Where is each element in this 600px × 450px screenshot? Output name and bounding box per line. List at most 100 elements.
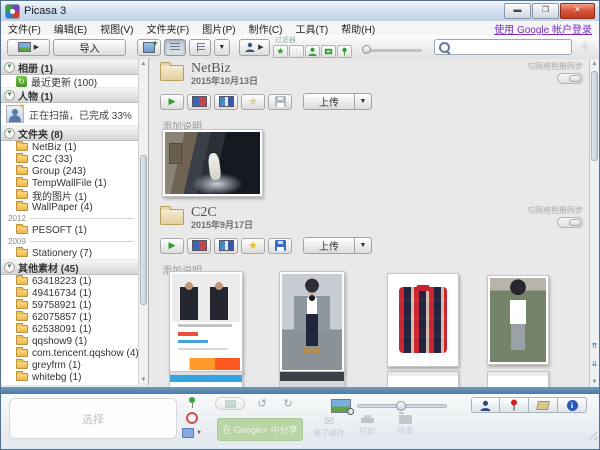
filter-geotagged-button[interactable] bbox=[336, 44, 352, 58]
thumbnail-boy-couch[interactable] bbox=[487, 275, 549, 365]
menu-edit[interactable]: 编辑(E) bbox=[54, 21, 87, 36]
scroll-down-icon[interactable]: ▼ bbox=[139, 375, 148, 385]
sidebar-folder-netbiz[interactable]: NetBiz (1) bbox=[1, 141, 138, 153]
album-title[interactable]: C2C bbox=[191, 205, 253, 220]
people-scan-row[interactable]: ★ 正在扫描，已完成 33% bbox=[1, 103, 138, 125]
sidebar-folder-59758921[interactable]: 59758921 (1) bbox=[1, 299, 138, 311]
title-bar[interactable]: Picasa 3 ▬ ❐ ✕ bbox=[1, 1, 599, 22]
search-input[interactable] bbox=[454, 41, 568, 53]
upload-dropdown[interactable]: ▼ bbox=[355, 93, 372, 110]
properties-panel-button[interactable]: i bbox=[558, 397, 587, 413]
slider-knob[interactable] bbox=[361, 44, 371, 54]
maximize-button[interactable]: ❐ bbox=[532, 3, 559, 19]
google-share-button[interactable]: 在 Google+ 中分享 bbox=[217, 418, 303, 441]
sidebar-header-people[interactable]: ▼ 人物 (1) bbox=[1, 87, 138, 103]
library-view-button[interactable]: ▶ bbox=[7, 38, 50, 56]
scroll-up-icon[interactable]: ▲ bbox=[590, 59, 599, 69]
filter-starred-button[interactable]: ★ bbox=[272, 44, 288, 58]
thumbnail-partial-4[interactable] bbox=[487, 371, 549, 387]
star-button[interactable]: ★ bbox=[241, 237, 265, 254]
people-view-button[interactable]: ▶ bbox=[238, 38, 270, 56]
create-collage-button[interactable] bbox=[187, 93, 211, 110]
sidebar-item-recent[interactable]: ↻ 最近更新 (100) bbox=[1, 75, 138, 89]
sidebar-folder-stationery[interactable]: Stationery (7) bbox=[1, 247, 138, 259]
save-button[interactable] bbox=[268, 237, 292, 254]
filter-uploaded-button[interactable]: ↑ bbox=[288, 44, 304, 58]
upload-dropdown[interactable]: ▼ bbox=[355, 237, 372, 254]
sidebar-folder-group[interactable]: Group (243) bbox=[1, 165, 138, 177]
sidebar-folder-49416734[interactable]: 49416734 (1) bbox=[1, 287, 138, 299]
new-album-button[interactable] bbox=[136, 38, 161, 56]
zoom-slider[interactable] bbox=[357, 401, 447, 411]
sidebar-folder-whitebg[interactable]: whitebg (1) bbox=[1, 371, 138, 383]
thumbnail-partial-2[interactable] bbox=[279, 371, 345, 387]
star-button[interactable]: ★ bbox=[241, 93, 265, 110]
rotate-left-button[interactable]: ↺ bbox=[251, 396, 273, 410]
menu-view[interactable]: 视图(V) bbox=[100, 21, 133, 36]
sidebar-scrollbar[interactable]: ▲ ▼ bbox=[138, 59, 148, 385]
menu-create[interactable]: 制作(C) bbox=[249, 21, 283, 36]
collapse-icon[interactable]: ▼ bbox=[4, 61, 15, 73]
prev-album-jump-icon[interactable]: ⇈ bbox=[590, 341, 599, 353]
scroll-down-icon[interactable]: ▼ bbox=[590, 377, 599, 387]
sidebar-folder-qqshow[interactable]: com.tencent.qqshow (4) bbox=[1, 347, 139, 359]
search-box[interactable] bbox=[434, 39, 573, 55]
collapse-icon[interactable]: ▼ bbox=[4, 89, 15, 101]
thumbnail-partial-3[interactable] bbox=[387, 371, 459, 387]
sidebar-folder-qqshow9[interactable]: qqshow9 (1) bbox=[1, 335, 138, 347]
filter-videos-button[interactable] bbox=[320, 44, 336, 58]
clear-tray-icon[interactable] bbox=[186, 412, 198, 424]
sidebar-folder-pesoft[interactable]: PESOFT (1) bbox=[1, 224, 138, 236]
sidebar-folder-62538091[interactable]: 62538091 (1) bbox=[1, 323, 138, 335]
flat-view-button[interactable] bbox=[163, 38, 186, 56]
thumbnail-plaid-shirt[interactable] bbox=[387, 273, 459, 367]
sidebar-folder-63418223[interactable]: 63418223 (1) bbox=[1, 275, 138, 287]
sidebar-folder-62075857[interactable]: 62075857 (1) bbox=[1, 311, 138, 323]
play-slideshow-button[interactable]: ▶ bbox=[160, 93, 184, 110]
create-collage-button[interactable] bbox=[187, 237, 211, 254]
sidebar-folder-mypictures[interactable]: 我的图片 (1) bbox=[1, 189, 138, 203]
upload-button[interactable]: 上传 bbox=[303, 93, 355, 110]
main-scrollbar-thumb[interactable] bbox=[591, 71, 598, 161]
filter-faces-button[interactable] bbox=[304, 44, 320, 58]
thumbnail-train-photo[interactable] bbox=[162, 129, 263, 197]
menu-file[interactable]: 文件(F) bbox=[8, 21, 41, 36]
rotate-right-button[interactable]: ↻ bbox=[277, 396, 299, 410]
print-action[interactable]: 打印 bbox=[359, 415, 375, 437]
menu-folder[interactable]: 文件夹(F) bbox=[146, 21, 189, 36]
main-scrollbar[interactable]: ▲ ⇈ ⇊ ▼ bbox=[589, 59, 599, 387]
collapse-icon[interactable]: ▼ bbox=[4, 261, 15, 273]
thumbnail-toddler-photo[interactable] bbox=[279, 271, 345, 373]
sidebar-folder-wallpaper[interactable]: WallPaper (4) bbox=[1, 201, 138, 213]
export-action[interactable]: 导出 bbox=[397, 412, 413, 436]
thumbnail-taobao-screenshot[interactable] bbox=[169, 271, 243, 373]
tags-panel-button[interactable] bbox=[529, 397, 558, 413]
upload-button[interactable]: 上传 bbox=[303, 237, 355, 254]
view-options-dropdown[interactable]: ▼ bbox=[213, 38, 230, 56]
menu-help[interactable]: 帮助(H) bbox=[341, 21, 375, 36]
add-to-album-button[interactable] bbox=[215, 397, 245, 410]
google-login-link[interactable]: 使用 Google 帐户登录 bbox=[494, 21, 592, 36]
sync-toggle[interactable] bbox=[557, 217, 583, 228]
resize-grip[interactable] bbox=[585, 428, 597, 440]
menu-picture[interactable]: 图片(P) bbox=[202, 21, 235, 36]
people-panel-button[interactable] bbox=[471, 397, 500, 413]
sidebar-header-folders[interactable]: ▼ 文件夹 (8) bbox=[1, 125, 138, 141]
hold-pin-icon[interactable] bbox=[188, 397, 197, 408]
sidebar-folder-c2c[interactable]: C2C (33) bbox=[1, 153, 138, 165]
sidebar-scrollbar-thumb[interactable] bbox=[140, 155, 147, 305]
create-movie-button[interactable] bbox=[214, 237, 238, 254]
album-title[interactable]: NetBiz bbox=[191, 61, 258, 76]
collapse-icon[interactable]: ▼ bbox=[4, 127, 15, 139]
tree-view-button[interactable] bbox=[188, 38, 211, 56]
scroll-up-icon[interactable]: ▲ bbox=[139, 59, 148, 69]
close-button[interactable]: ✕ bbox=[560, 3, 595, 19]
sidebar-folder-greyfrm[interactable]: greyfrm (1) bbox=[1, 359, 138, 371]
sidebar-header-other[interactable]: ▼ 其他素材 (45) bbox=[1, 259, 138, 275]
create-movie-button[interactable] bbox=[214, 93, 238, 110]
menu-tools[interactable]: 工具(T) bbox=[295, 21, 328, 36]
places-panel-button[interactable] bbox=[500, 397, 529, 413]
tag-dropdown[interactable]: ▼ bbox=[182, 428, 202, 438]
photo-tray[interactable]: 选择 bbox=[9, 398, 177, 439]
play-slideshow-button[interactable]: ▶ bbox=[160, 237, 184, 254]
